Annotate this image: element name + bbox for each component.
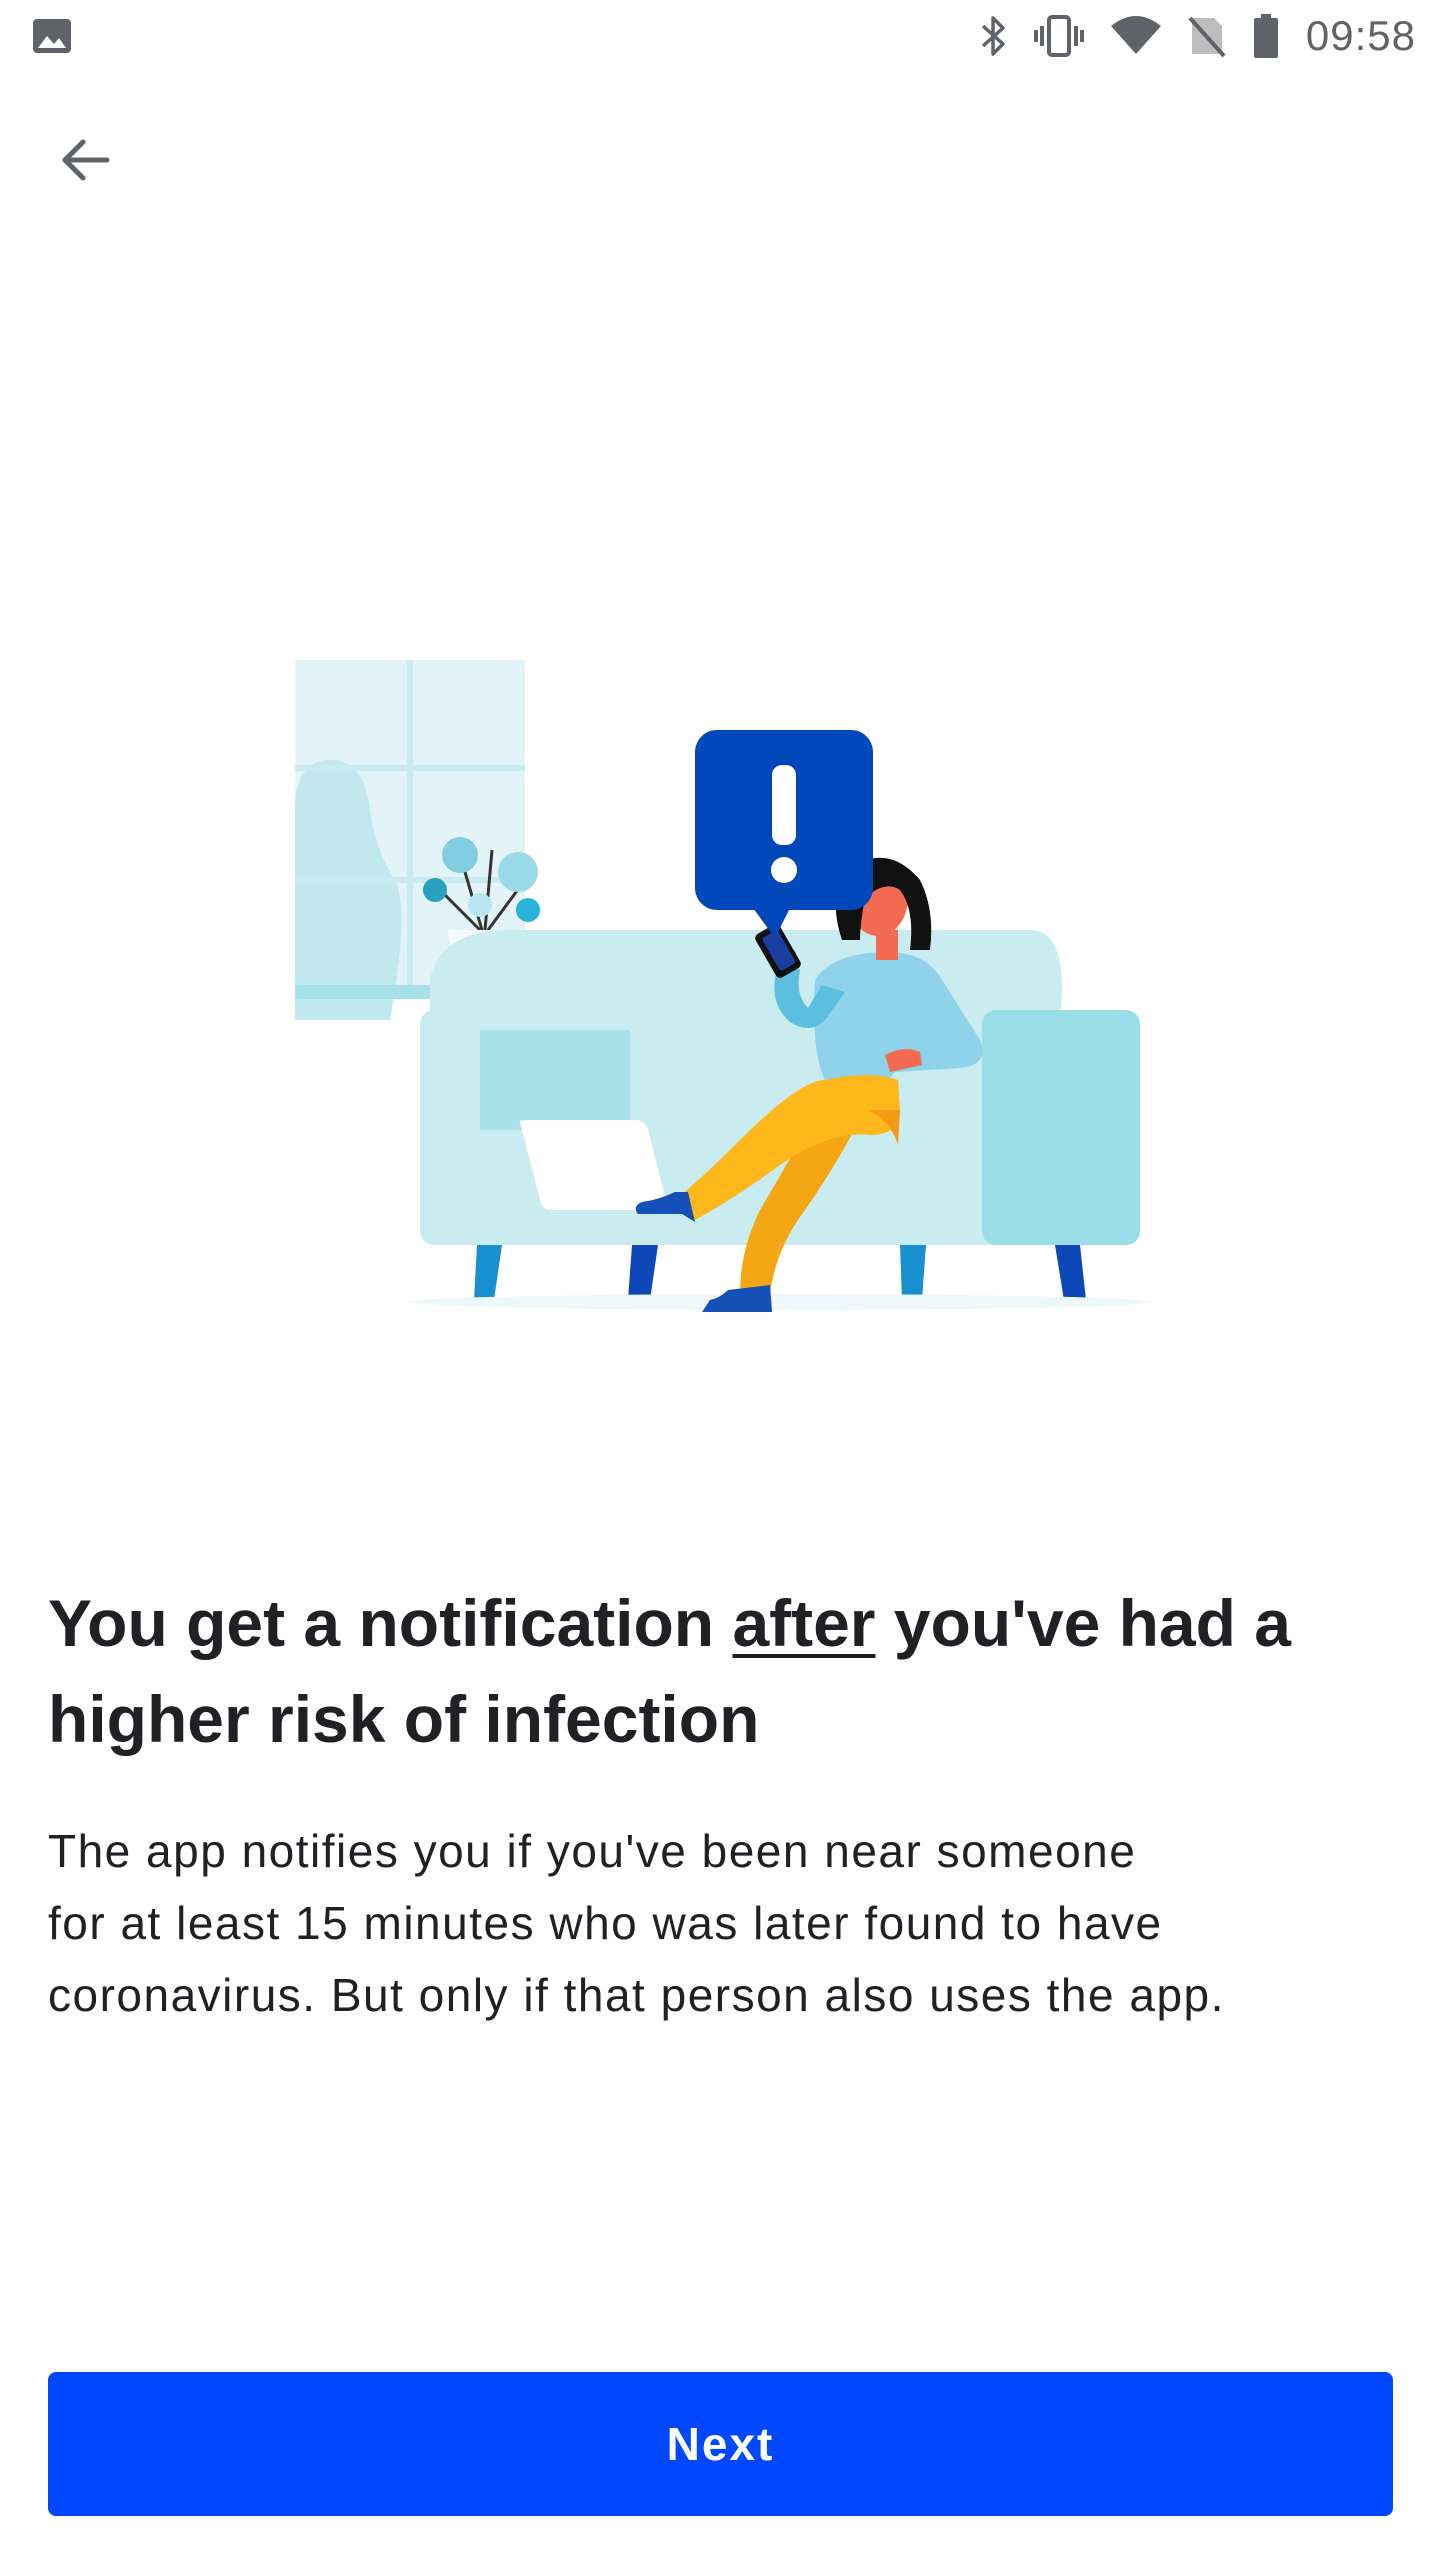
headline-emphasis: after bbox=[732, 1586, 876, 1660]
body-line-3: coronavirus. But only if that person als… bbox=[48, 1969, 1225, 2021]
alert-bubble bbox=[695, 730, 873, 938]
status-icons: 09:58 bbox=[978, 8, 1416, 64]
headline-part1: You get a notification bbox=[48, 1586, 733, 1660]
bluetooth-icon bbox=[981, 16, 1005, 56]
headline: You get a notification after you've had … bbox=[48, 1575, 1378, 1767]
status-bar: 09:58 bbox=[0, 0, 1440, 72]
body-line-1: The app notifies you if you've been near… bbox=[48, 1825, 1137, 1877]
battery-icon bbox=[1253, 14, 1278, 58]
status-time: 09:58 bbox=[1305, 12, 1416, 59]
body-line-2: for at least 15 minutes who was later fo… bbox=[48, 1897, 1163, 1949]
next-button[interactable]: Next bbox=[48, 2372, 1393, 2516]
woman-on-sofa-illustration bbox=[295, 660, 1150, 1312]
arrow-left-icon bbox=[62, 139, 110, 181]
vibrate-icon bbox=[1033, 15, 1084, 57]
body-text: The app notifies you if you've been near… bbox=[48, 1815, 1378, 2031]
back-button[interactable] bbox=[40, 115, 130, 205]
no-sim-icon bbox=[1188, 16, 1226, 58]
wifi-icon bbox=[1110, 16, 1161, 54]
image-icon bbox=[33, 19, 71, 53]
